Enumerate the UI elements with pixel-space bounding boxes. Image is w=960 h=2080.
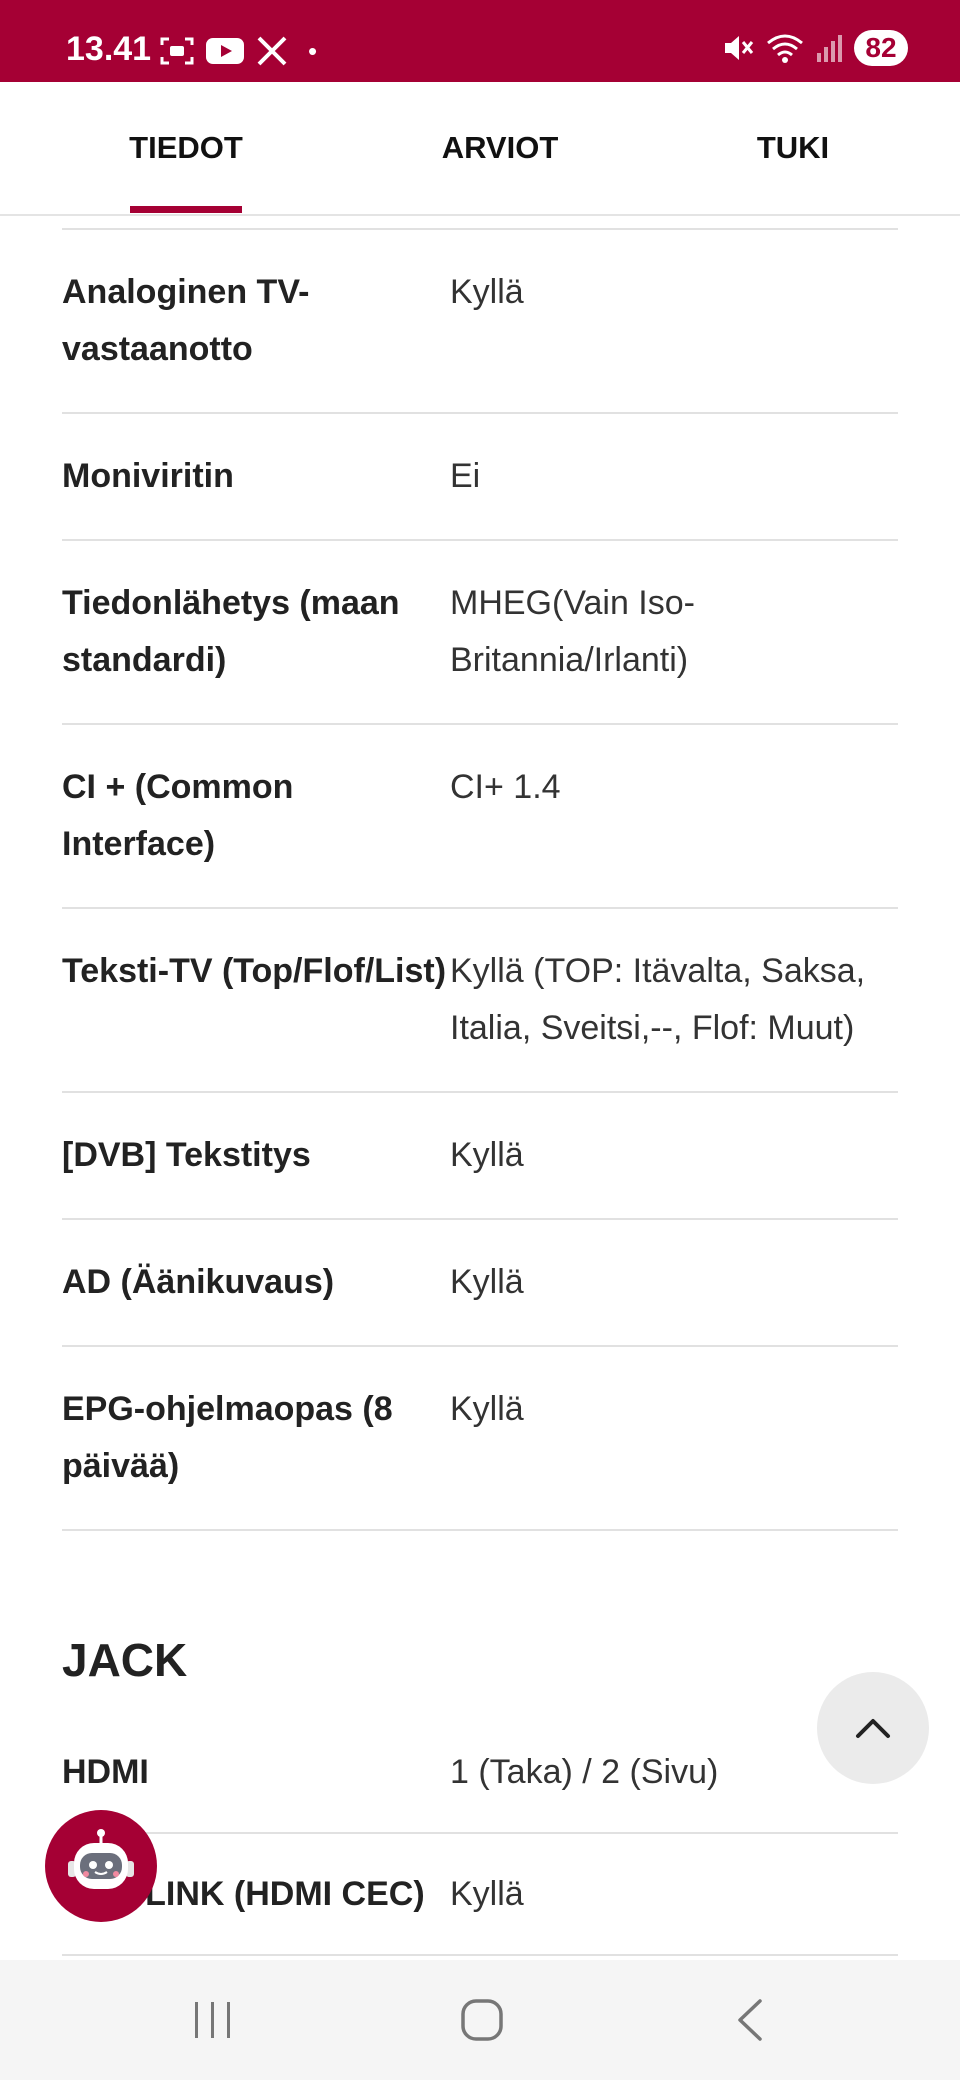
spec-row: Tiedonlähetys (maan standardi) MHEG(Vain…	[62, 541, 898, 725]
screenshot-icon	[160, 37, 194, 65]
recent-apps-button[interactable]	[153, 1960, 273, 2080]
status-right-icons: 82	[722, 28, 908, 68]
spec-row: [DVB] Tekstitys Kyllä	[62, 1093, 898, 1220]
spec-value: Kyllä	[450, 273, 524, 311]
tab-arviot[interactable]: ARVIOT	[420, 82, 580, 214]
spec-row: HDMI 1 (Taka) / 2 (Sivu)	[62, 1712, 898, 1834]
tab-tuki[interactable]: TUKI	[728, 82, 858, 214]
wifi-icon	[767, 34, 803, 63]
spec-label: Moniviritin	[62, 457, 234, 495]
spec-value: Kyllä	[450, 1874, 524, 1913]
tab-tiedot[interactable]: TIEDOT	[110, 82, 262, 214]
spec-label: Teksti-TV (Top/Flof/List)	[62, 952, 447, 990]
back-button[interactable]	[690, 1960, 810, 2080]
spec-row: CI + (Common Interface) CI+ 1.4	[62, 725, 898, 909]
spec-value: CI+ 1.4	[450, 768, 561, 806]
back-icon	[738, 1999, 762, 2041]
system-nav-bar	[0, 1960, 960, 2080]
chatbot-button[interactable]	[45, 1810, 157, 1922]
spec-value: MHEG(Vain Iso-Britannia/Irlanti)	[450, 584, 695, 679]
status-left-icons: •	[160, 34, 317, 68]
spec-value: Kyllä	[450, 1136, 524, 1174]
spec-row: Moniviritin Ei	[62, 414, 898, 541]
spec-list: Analoginen TV-vastaanotto Kyllä Moniviri…	[62, 228, 898, 1531]
mute-icon	[725, 36, 754, 60]
section-title-jack: JACK	[62, 1634, 188, 1686]
spec-label: CI + (Common Interface)	[62, 768, 294, 863]
youtube-icon	[206, 38, 244, 64]
recent-apps-icon	[195, 2002, 230, 2038]
active-tab-indicator	[130, 206, 242, 213]
battery-badge: 82	[854, 30, 908, 66]
status-bar: 13.41 • 82	[0, 0, 960, 82]
chevron-up-icon	[856, 1719, 890, 1738]
home-icon	[461, 1999, 503, 2041]
spec-label: EPG-ohjelmaopas (8 päivää)	[62, 1390, 393, 1485]
spec-label: HDMI	[62, 1752, 149, 1791]
spec-row: SIMPLINK (HDMI CEC) Kyllä	[62, 1834, 898, 1956]
spec-row: Analoginen TV-vastaanotto Kyllä	[62, 230, 898, 414]
spec-row: EPG-ohjelmaopas (8 päivää) Kyllä	[62, 1347, 898, 1531]
robot-icon	[68, 1829, 134, 1889]
spec-label: Tiedonlähetys (maan standardi)	[62, 584, 400, 679]
home-button[interactable]	[422, 1960, 542, 2080]
spec-label: AD (Äänikuvaus)	[62, 1263, 335, 1301]
spec-label: Analoginen TV-vastaanotto	[62, 273, 310, 368]
scroll-to-top-button[interactable]	[817, 1672, 929, 1784]
signal-icon	[817, 35, 842, 62]
tab-bar: TIEDOT ARVIOT TUKI	[0, 82, 960, 216]
spec-row: AD (Äänikuvaus) Kyllä	[62, 1220, 898, 1347]
spec-value: Kyllä	[450, 1263, 524, 1301]
spec-value: Ei	[450, 457, 481, 495]
spec-row: Teksti-TV (Top/Flof/List) Kyllä (TOP: It…	[62, 909, 898, 1093]
spec-value: Kyllä (TOP: Itävalta, Saksa, Italia, Sve…	[450, 952, 866, 1047]
spec-label: [DVB] Tekstitys	[62, 1136, 311, 1174]
status-time: 13.41	[66, 30, 152, 68]
x-icon	[257, 36, 287, 66]
jack-spec-list: HDMI 1 (Taka) / 2 (Sivu) SIMPLINK (HDMI …	[62, 1712, 898, 1956]
notification-dot: •	[308, 35, 318, 66]
spec-value: Kyllä	[450, 1390, 524, 1428]
